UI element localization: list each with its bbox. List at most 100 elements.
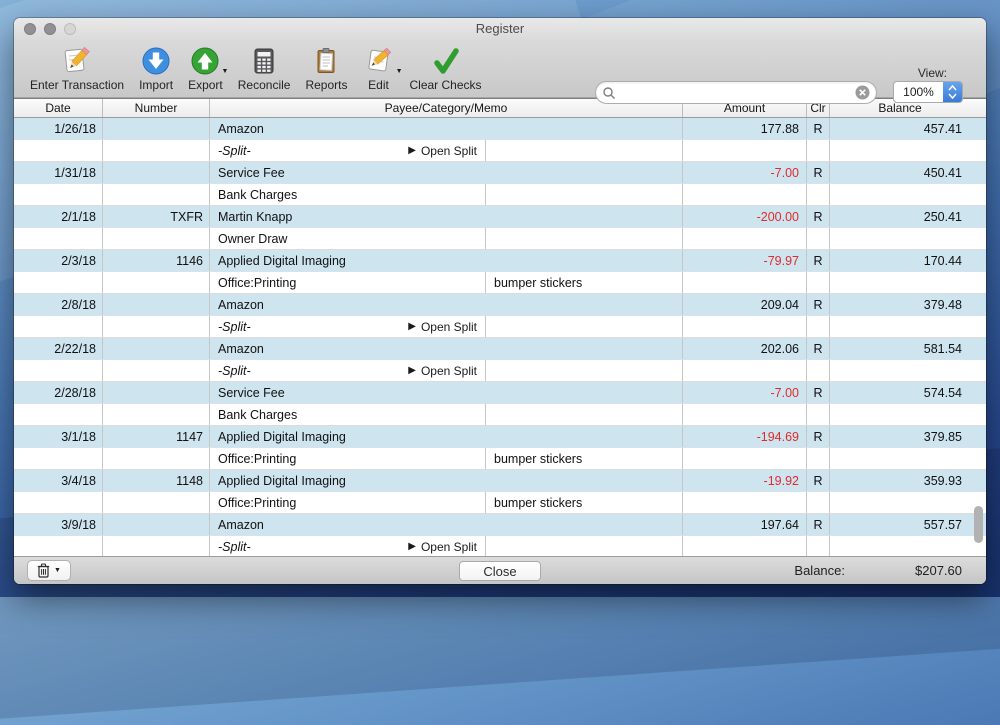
number-cell[interactable]: 1146 [103, 250, 210, 271]
balance-cell[interactable] [830, 404, 970, 425]
balance-cell[interactable]: 581.54 [830, 338, 970, 359]
payee-cell[interactable]: Applied Digital Imaging [210, 470, 683, 491]
titlebar[interactable]: Register [14, 18, 986, 40]
enter-transaction-button[interactable]: Enter Transaction [30, 44, 124, 92]
number-cell[interactable] [103, 404, 210, 425]
date-cell[interactable] [14, 360, 103, 381]
number-cell[interactable] [103, 118, 210, 139]
clr-cell[interactable]: R [807, 338, 830, 359]
date-cell[interactable]: 1/26/18 [14, 118, 103, 139]
clr-cell[interactable] [807, 492, 830, 513]
amount-cell[interactable]: 197.64 [683, 514, 807, 535]
number-cell[interactable] [103, 360, 210, 381]
category-cell[interactable]: Office:Printing [210, 272, 486, 293]
category-cell[interactable]: -Split-▶Open Split [210, 360, 486, 381]
transaction-payee-row[interactable]: 2/22/18Amazon202.06R581.54 [14, 338, 986, 360]
number-cell[interactable] [103, 184, 210, 205]
clr-cell[interactable] [807, 140, 830, 161]
date-cell[interactable]: 1/31/18 [14, 162, 103, 183]
transaction-payee-row[interactable]: 2/1/18TXFRMartin Knapp-200.00R250.41 [14, 206, 986, 228]
clr-cell[interactable] [807, 272, 830, 293]
transaction-category-row[interactable]: -Split-▶Open Split [14, 316, 986, 338]
date-cell[interactable] [14, 316, 103, 337]
payee-cell[interactable]: Service Fee [210, 162, 683, 183]
date-cell[interactable]: 2/1/18 [14, 206, 103, 227]
memo-cell[interactable]: bumper stickers [486, 448, 683, 469]
transaction-category-row[interactable]: -Split-▶Open Split [14, 360, 986, 382]
open-split-button[interactable]: ▶Open Split [408, 540, 477, 554]
memo-cell[interactable] [486, 316, 683, 337]
category-cell[interactable]: Bank Charges [210, 404, 486, 425]
category-cell[interactable]: Owner Draw [210, 228, 486, 249]
amount-cell[interactable] [683, 448, 807, 469]
memo-cell[interactable] [486, 536, 683, 556]
category-cell[interactable]: Office:Printing [210, 448, 486, 469]
search-input[interactable] [616, 85, 855, 101]
number-cell[interactable]: 1147 [103, 426, 210, 447]
payee-cell[interactable]: Service Fee [210, 382, 683, 403]
date-cell[interactable] [14, 272, 103, 293]
transaction-payee-row[interactable]: 2/28/18Service Fee-7.00R574.54 [14, 382, 986, 404]
number-cell[interactable] [103, 140, 210, 161]
minimize-window-icon[interactable] [44, 23, 56, 35]
memo-cell[interactable] [486, 184, 683, 205]
number-cell[interactable] [103, 294, 210, 315]
payee-cell[interactable]: Amazon [210, 514, 683, 535]
date-cell[interactable] [14, 536, 103, 556]
transaction-payee-row[interactable]: 3/9/18Amazon197.64R557.57 [14, 514, 986, 536]
balance-cell[interactable] [830, 272, 970, 293]
amount-cell[interactable]: -19.92 [683, 470, 807, 491]
balance-cell[interactable] [830, 184, 970, 205]
transaction-payee-row[interactable]: 1/31/18Service Fee-7.00R450.41 [14, 162, 986, 184]
amount-cell[interactable] [683, 272, 807, 293]
date-cell[interactable]: 3/9/18 [14, 514, 103, 535]
amount-cell[interactable]: -79.97 [683, 250, 807, 271]
amount-cell[interactable]: -7.00 [683, 162, 807, 183]
date-cell[interactable]: 3/4/18 [14, 470, 103, 491]
transaction-category-row[interactable]: Office:Printingbumper stickers [14, 448, 986, 470]
export-button[interactable]: ▼ Export [188, 44, 223, 92]
clr-cell[interactable]: R [807, 294, 830, 315]
clr-cell[interactable] [807, 360, 830, 381]
balance-cell[interactable] [830, 228, 970, 249]
category-cell[interactable]: -Split-▶Open Split [210, 316, 486, 337]
clr-cell[interactable] [807, 184, 830, 205]
amount-cell[interactable]: -200.00 [683, 206, 807, 227]
transaction-category-row[interactable]: Owner Draw [14, 228, 986, 250]
number-cell[interactable] [103, 492, 210, 513]
open-split-button[interactable]: ▶Open Split [408, 364, 477, 378]
balance-cell[interactable]: 379.85 [830, 426, 970, 447]
payee-cell[interactable]: Amazon [210, 294, 683, 315]
clr-cell[interactable]: R [807, 470, 830, 491]
stepper-arrows-icon[interactable] [943, 82, 962, 102]
amount-cell[interactable]: 177.88 [683, 118, 807, 139]
category-cell[interactable]: -Split-▶Open Split [210, 536, 486, 556]
clr-cell[interactable]: R [807, 162, 830, 183]
column-header-date[interactable]: Date [14, 99, 103, 117]
balance-cell[interactable]: 379.48 [830, 294, 970, 315]
transaction-category-row[interactable]: -Split-▶Open Split [14, 140, 986, 162]
number-cell[interactable] [103, 316, 210, 337]
amount-cell[interactable] [683, 184, 807, 205]
date-cell[interactable] [14, 140, 103, 161]
number-cell[interactable] [103, 514, 210, 535]
balance-cell[interactable]: 457.41 [830, 118, 970, 139]
balance-cell[interactable]: 359.93 [830, 470, 970, 491]
number-cell[interactable] [103, 272, 210, 293]
payee-cell[interactable]: Martin Knapp [210, 206, 683, 227]
vertical-scrollbar-thumb[interactable] [974, 506, 983, 543]
balance-cell[interactable] [830, 536, 970, 556]
payee-cell[interactable]: Applied Digital Imaging [210, 426, 683, 447]
view-zoom-select[interactable]: 100% [893, 81, 963, 103]
balance-cell[interactable] [830, 360, 970, 381]
clr-cell[interactable]: R [807, 118, 830, 139]
balance-cell[interactable]: 574.54 [830, 382, 970, 403]
payee-cell[interactable]: Applied Digital Imaging [210, 250, 683, 271]
clr-cell[interactable]: R [807, 426, 830, 447]
clr-cell[interactable] [807, 228, 830, 249]
delete-transaction-button[interactable]: ▼ [27, 560, 71, 581]
transaction-payee-row[interactable]: 3/1/181147Applied Digital Imaging-194.69… [14, 426, 986, 448]
amount-cell[interactable] [683, 140, 807, 161]
amount-cell[interactable] [683, 360, 807, 381]
date-cell[interactable] [14, 448, 103, 469]
